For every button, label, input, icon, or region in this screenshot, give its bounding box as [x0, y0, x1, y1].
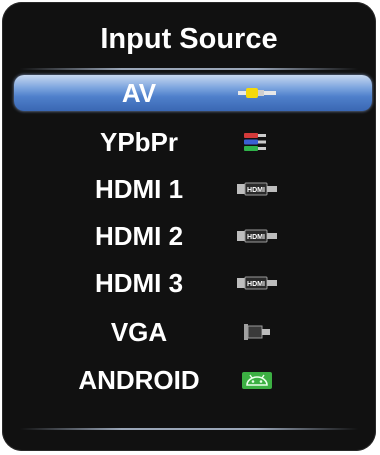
hdmi-icon: HDMI [237, 276, 277, 290]
source-item-ypbpr[interactable]: YPbPr [14, 124, 372, 160]
hdmi-icon: HDMI [237, 229, 277, 243]
hdmi-icon-text: HDMI [247, 234, 265, 241]
source-label: HDMI 3 [94, 268, 184, 298]
android-icon [242, 372, 272, 389]
source-item-av[interactable]: AV [14, 75, 372, 111]
source-label: VGA [110, 317, 168, 347]
title-divider [20, 68, 358, 70]
source-label: AV [121, 78, 157, 108]
source-label: ANDROID [78, 365, 200, 395]
source-item-android[interactable]: ANDROID [14, 362, 372, 398]
hdmi-icon: HDMI [237, 182, 277, 196]
source-item-hdmi-2[interactable]: HDMI 2 HDMI [14, 218, 372, 254]
source-item-hdmi-1[interactable]: HDMI 1 HDMI [14, 171, 372, 207]
source-label: HDMI 2 [94, 221, 184, 251]
source-label: HDMI 1 [94, 174, 184, 204]
source-item-vga[interactable]: VGA [14, 314, 372, 350]
input-source-panel: Input Source AV YPbPr HDMI 1 HDMI HDMI 2… [2, 2, 376, 451]
composite-av-icon [238, 88, 276, 98]
hdmi-icon-text: HDMI [247, 281, 265, 288]
source-label: YPbPr [99, 127, 179, 157]
vga-icon [244, 324, 270, 340]
hdmi-icon-text: HDMI [247, 187, 265, 194]
bottom-divider [20, 428, 358, 430]
source-item-hdmi-3[interactable]: HDMI 3 HDMI [14, 265, 372, 301]
component-ypbpr-icon [244, 133, 266, 151]
menu-title: Input Source [100, 23, 278, 55]
